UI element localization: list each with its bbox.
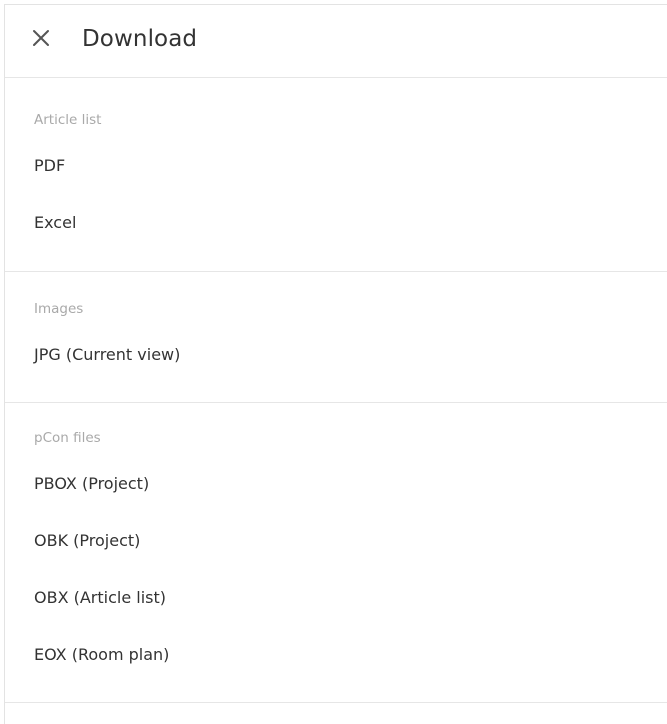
download-option-pdf[interactable]: PDF	[5, 148, 667, 205]
page-title: Download	[82, 26, 198, 52]
download-option-excel[interactable]: Excel	[5, 205, 667, 262]
download-option-jpg-current-view[interactable]: JPG (Current view)	[5, 337, 667, 394]
download-panel: Download Article list PDF Excel Images J…	[4, 4, 667, 724]
section-label-images: Images	[34, 301, 84, 317]
download-option-obk-project[interactable]: OBK (Project)	[5, 523, 667, 580]
download-option-pbox-project[interactable]: PBOX (Project)	[5, 466, 667, 523]
section-article-list: Article list PDF Excel	[5, 78, 667, 272]
section-pcon-files: pCon files PBOX (Project) OBK (Project) …	[5, 403, 667, 703]
section-label-article-list: Article list	[34, 112, 102, 128]
close-button[interactable]	[25, 22, 57, 54]
panel-header: Download	[5, 5, 667, 78]
download-option-eox-room-plan[interactable]: EOX (Room plan)	[5, 637, 667, 694]
section-images: Images JPG (Current view)	[5, 272, 667, 403]
close-icon	[33, 30, 49, 46]
download-option-obx-article-list[interactable]: OBX (Article list)	[5, 580, 667, 637]
section-label-pcon-files: pCon files	[34, 430, 101, 446]
